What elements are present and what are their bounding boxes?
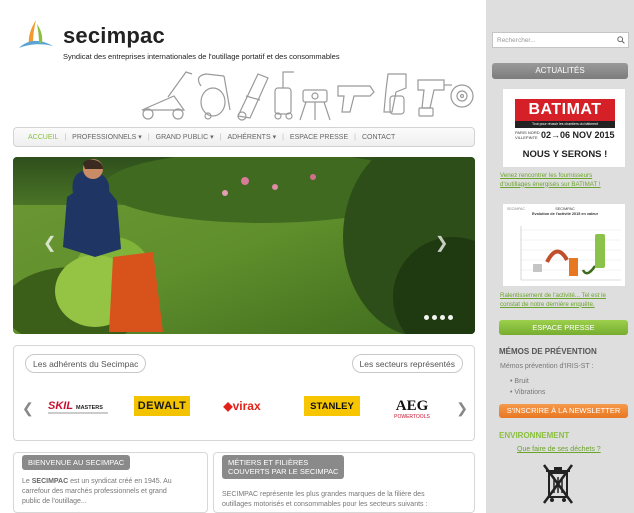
sectors-pill[interactable]: Les secteurs représentés (351, 354, 463, 373)
waste-link[interactable]: Que faire de ses déchets ? (517, 446, 601, 455)
nav-accueil[interactable]: ACCUEIL (22, 134, 64, 141)
search-icon[interactable] (614, 33, 628, 47)
metiers-text-line: outillages motorisés et consommables pou… (222, 501, 428, 508)
hero-next-arrow-icon[interactable]: ❯ (435, 235, 448, 253)
newsletter-button[interactable]: S'INSCRIRE À LA NEWSLETTER (499, 404, 628, 418)
news-link-line: d'outillages énergisés sur BATIMAT ! (500, 180, 601, 188)
memos-subtitle: Mémos prévention d'IRIS-ST : (500, 363, 594, 370)
batimat-card[interactable]: BATIMAT Tout pour réussir les chantiers … (502, 88, 626, 168)
nav-contact[interactable]: CONTACT (356, 134, 401, 141)
hero-prev-arrow-icon[interactable]: ❮ (43, 235, 56, 253)
metiers-heading-line: COUVERTS PAR LE SECIMPAC (228, 467, 339, 476)
news-link-line: Venez rencontrer les fournisseurs (500, 172, 593, 179)
hero-dot[interactable] (432, 315, 437, 320)
carousel-prev-icon[interactable]: ❮ (22, 400, 34, 417)
news-heading: ACTUALITÉS (492, 63, 628, 79)
hero-pagination (424, 315, 453, 320)
brand-logo-skil[interactable]: SKIL MASTERS (44, 396, 114, 418)
brand-logo-virax[interactable]: ◆virax (214, 396, 270, 416)
memos-title: MÉMOS DE PRÉVENTION (499, 347, 597, 356)
memo-item-label: Bruit (514, 378, 529, 385)
batimat-logo: BATIMAT (515, 99, 615, 121)
hero-slider[interactable]: ❮ ❯ (13, 157, 475, 334)
members-pill[interactable]: Les adhérents du Secimpac (25, 354, 147, 373)
search-field[interactable]: Rechercher... (492, 32, 629, 48)
laser-level-icon (299, 89, 331, 121)
batimat-headline: NOUS Y SERONS ! (522, 149, 608, 160)
paint-sprayer-icon (383, 73, 407, 115)
hero-image (13, 157, 475, 334)
brand-logo-aeg[interactable]: AEG POWERTOOLS (384, 396, 440, 422)
welcome-box: BIENVENUE AU SECIMPAC Le SECIMPAC est un… (13, 452, 208, 513)
espace-presse-button[interactable]: ESPACE PRESSE (499, 320, 628, 335)
brand-logo-dewalt[interactable]: DEWALT (134, 396, 190, 416)
grinding-disc-icon (450, 84, 474, 108)
metiers-text-line: SECIMPAC représente les plus grandes mar… (222, 491, 425, 498)
nav-professionnels[interactable]: PROFESSIONNELS ▾ (66, 133, 148, 141)
news-link-line: Ralentissement de l'activité... Tel est … (500, 292, 606, 299)
trimmer-icon (237, 73, 269, 121)
svg-text:SKIL: SKIL (48, 400, 73, 412)
members-panel: Les adhérents du Secimpac Les secteurs r… (13, 345, 475, 441)
batimat-dates: 02→06 NOV 2015 (541, 130, 615, 140)
nav-espace-presse[interactable]: ESPACE PRESSE (284, 134, 354, 141)
batimat-subtitle: Tout pour réussir les chantiers du bâtim… (515, 121, 615, 128)
welcome-heading: BIENVENUE AU SECIMPAC (22, 455, 131, 470)
tools-illustration (141, 71, 474, 121)
news-link-batimat[interactable]: Venez rencontrer les fournisseurs d'outi… (500, 172, 601, 189)
news-link-line: constat de notre dernière enquête. (500, 300, 595, 308)
environment-title: ENVIRONNEMENT (499, 431, 570, 440)
news-link-activity[interactable]: Ralentissement de l'activité... Tel est … (500, 292, 606, 309)
lawnmower-icon (141, 71, 193, 120)
welcome-text-line: carrefour des marchés professionnels et … (22, 488, 167, 495)
brand-carousel: ❮ ❯ SKIL MASTERS DEWALT ◆virax STANLEY A… (22, 390, 468, 426)
page: secimpac Syndicat des entreprises intern… (0, 0, 634, 513)
vacuum-icon (197, 73, 231, 120)
svg-text:MASTERS: MASTERS (76, 405, 103, 411)
metiers-heading-line: MÉTIERS ET FILIÈRES (228, 458, 309, 467)
pressure-washer-icon (274, 71, 294, 120)
drill-icon (417, 79, 452, 117)
memo-item-bruit[interactable]: • Bruit (510, 378, 529, 385)
secimpac-logo-icon[interactable] (17, 18, 55, 54)
crossed-bin-icon (542, 464, 574, 504)
memo-item-label: Vibrations (514, 389, 546, 396)
main-nav: ACCUEIL | PROFESSIONNELS ▾ | GRAND PUBLI… (13, 127, 475, 147)
welcome-text-line: Le SECIMPAC est un syndicat créé en 1945… (22, 478, 172, 485)
tagline: Syndicat des entreprises internationales… (63, 52, 340, 61)
hero-dot[interactable] (424, 315, 429, 320)
memo-item-vibrations[interactable]: • Vibrations (510, 389, 545, 396)
metiers-box: MÉTIERS ET FILIÈRES COUVERTS PAR LE SECI… (213, 452, 475, 513)
hero-dot[interactable] (440, 315, 445, 320)
activity-chart-card[interactable]: SECIMPAC SECIMPAC Evolution de l'activit… (502, 203, 626, 287)
nav-grand-public[interactable]: GRAND PUBLIC ▾ (150, 133, 220, 141)
brand-name[interactable]: secimpac (63, 23, 165, 49)
nav-adherents[interactable]: ADHÉRENTS ▾ (221, 133, 282, 141)
batimat-venue: PARIS NORD VILLEPINTE (515, 130, 540, 140)
hero-dot[interactable] (448, 315, 453, 320)
welcome-text-line: public de l'outillage... (22, 498, 87, 505)
main-column: secimpac Syndicat des entreprises intern… (0, 0, 486, 513)
metiers-heading: MÉTIERS ET FILIÈRES COUVERTS PAR LE SECI… (222, 455, 345, 479)
search-input[interactable]: Rechercher... (493, 37, 614, 44)
carousel-next-icon[interactable]: ❯ (456, 400, 468, 417)
heat-gun-icon (337, 85, 375, 113)
activity-chart-thumbnail (520, 226, 621, 281)
brand-logo-stanley[interactable]: STANLEY (304, 396, 360, 416)
